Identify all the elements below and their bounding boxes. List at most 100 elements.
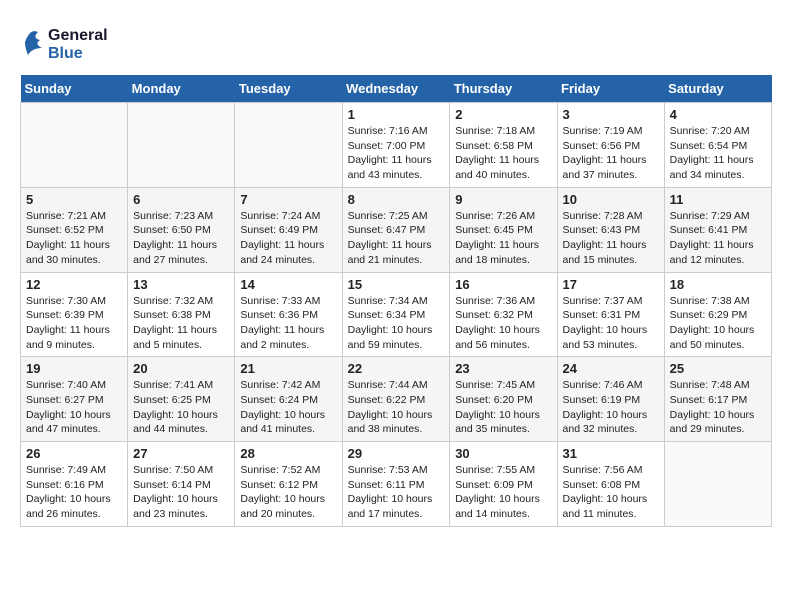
day-number: 25 xyxy=(670,361,766,376)
day-info: Sunrise: 7:20 AM Sunset: 6:54 PM Dayligh… xyxy=(670,124,766,183)
calendar-cell xyxy=(21,103,128,188)
day-info: Sunrise: 7:23 AM Sunset: 6:50 PM Dayligh… xyxy=(133,209,229,268)
week-row-5: 26 Sunrise: 7:49 AM Sunset: 6:16 PM Dayli… xyxy=(21,442,772,527)
day-number: 19 xyxy=(26,361,122,376)
header-sunday: Sunday xyxy=(21,75,128,103)
day-number: 13 xyxy=(133,277,229,292)
day-info: Sunrise: 7:25 AM Sunset: 6:47 PM Dayligh… xyxy=(348,209,445,268)
calendar-cell: 2Sunrise: 7:18 AM Sunset: 6:58 PM Daylig… xyxy=(450,103,557,188)
day-info: Sunrise: 7:50 AM Sunset: 6:14 PM Dayligh… xyxy=(133,463,229,522)
calendar-cell: 14 Sunrise: 7:33 AM Sunset: 6:36 PM Dayli… xyxy=(235,272,342,357)
day-info: Sunrise: 7:42 AM Sunset: 6:24 PM Dayligh… xyxy=(240,378,336,437)
day-info: Sunrise: 7:21 AM Sunset: 6:52 PM Dayligh… xyxy=(26,209,122,268)
day-number: 9 xyxy=(455,192,551,207)
calendar-table: SundayMondayTuesdayWednesdayThursdayFrid… xyxy=(20,75,772,527)
day-info: Sunrise: 7:33 AM Sunset: 6:36 PM Dayligh… xyxy=(240,294,336,353)
day-info: Sunrise: 7:56 AM Sunset: 6:08 PM Dayligh… xyxy=(563,463,659,522)
calendar-cell: 8 Sunrise: 7:25 AM Sunset: 6:47 PM Daylig… xyxy=(342,187,450,272)
day-number: 18 xyxy=(670,277,766,292)
day-number: 22 xyxy=(348,361,445,376)
calendar-cell: 30 Sunrise: 7:55 AM Sunset: 6:09 PM Dayli… xyxy=(450,442,557,527)
calendar-cell: 25 Sunrise: 7:48 AM Sunset: 6:17 PM Dayli… xyxy=(664,357,771,442)
day-info: Sunrise: 7:36 AM Sunset: 6:32 PM Dayligh… xyxy=(455,294,551,353)
day-number: 29 xyxy=(348,446,445,461)
calendar-cell: 20 Sunrise: 7:41 AM Sunset: 6:25 PM Dayli… xyxy=(128,357,235,442)
calendar-cell: 13 Sunrise: 7:32 AM Sunset: 6:38 PM Dayli… xyxy=(128,272,235,357)
week-row-2: 5 Sunrise: 7:21 AM Sunset: 6:52 PM Daylig… xyxy=(21,187,772,272)
day-number: 10 xyxy=(563,192,659,207)
day-info: Sunrise: 7:34 AM Sunset: 6:34 PM Dayligh… xyxy=(348,294,445,353)
calendar-cell: 26 Sunrise: 7:49 AM Sunset: 6:16 PM Dayli… xyxy=(21,442,128,527)
day-number: 26 xyxy=(26,446,122,461)
header-wednesday: Wednesday xyxy=(342,75,450,103)
calendar-cell: 7 Sunrise: 7:24 AM Sunset: 6:49 PM Daylig… xyxy=(235,187,342,272)
calendar-cell: 28Sunrise: 7:52 AM Sunset: 6:12 PM Dayli… xyxy=(235,442,342,527)
day-info: Sunrise: 7:30 AM Sunset: 6:39 PM Dayligh… xyxy=(26,294,122,353)
day-info: Sunrise: 7:18 AM Sunset: 6:58 PM Dayligh… xyxy=(455,124,551,183)
day-number: 23 xyxy=(455,361,551,376)
calendar-cell xyxy=(235,103,342,188)
calendar-cell: 4 Sunrise: 7:20 AM Sunset: 6:54 PM Daylig… xyxy=(664,103,771,188)
calendar-cell: 5 Sunrise: 7:21 AM Sunset: 6:52 PM Daylig… xyxy=(21,187,128,272)
calendar-cell: 27 Sunrise: 7:50 AM Sunset: 6:14 PM Dayli… xyxy=(128,442,235,527)
page-header: GeneralBlue xyxy=(20,20,772,65)
day-number: 1 xyxy=(348,107,445,122)
header-thursday: Thursday xyxy=(450,75,557,103)
day-number: 12 xyxy=(26,277,122,292)
day-number: 21 xyxy=(240,361,336,376)
day-number: 31 xyxy=(563,446,659,461)
calendar-cell: 31 Sunrise: 7:56 AM Sunset: 6:08 PM Dayli… xyxy=(557,442,664,527)
svg-text:Blue: Blue xyxy=(48,45,83,62)
day-info: Sunrise: 7:19 AM Sunset: 6:56 PM Dayligh… xyxy=(563,124,659,183)
calendar-cell: 21 Sunrise: 7:42 AM Sunset: 6:24 PM Dayli… xyxy=(235,357,342,442)
day-number: 3 xyxy=(563,107,659,122)
day-info: Sunrise: 7:40 AM Sunset: 6:27 PM Dayligh… xyxy=(26,378,122,437)
calendar-cell: 23 Sunrise: 7:45 AM Sunset: 6:20 PM Dayli… xyxy=(450,357,557,442)
day-info: Sunrise: 7:26 AM Sunset: 6:45 PM Dayligh… xyxy=(455,209,551,268)
day-info: Sunrise: 7:37 AM Sunset: 6:31 PM Dayligh… xyxy=(563,294,659,353)
calendar-cell: 15Sunrise: 7:34 AM Sunset: 6:34 PM Dayli… xyxy=(342,272,450,357)
calendar-cell: 17Sunrise: 7:37 AM Sunset: 6:31 PM Dayli… xyxy=(557,272,664,357)
logo: GeneralBlue xyxy=(20,20,110,65)
day-info: Sunrise: 7:49 AM Sunset: 6:16 PM Dayligh… xyxy=(26,463,122,522)
calendar-cell xyxy=(128,103,235,188)
day-info: Sunrise: 7:32 AM Sunset: 6:38 PM Dayligh… xyxy=(133,294,229,353)
day-info: Sunrise: 7:41 AM Sunset: 6:25 PM Dayligh… xyxy=(133,378,229,437)
day-info: Sunrise: 7:28 AM Sunset: 6:43 PM Dayligh… xyxy=(563,209,659,268)
calendar-cell: 19 Sunrise: 7:40 AM Sunset: 6:27 PM Dayli… xyxy=(21,357,128,442)
day-number: 27 xyxy=(133,446,229,461)
day-info: Sunrise: 7:55 AM Sunset: 6:09 PM Dayligh… xyxy=(455,463,551,522)
day-number: 4 xyxy=(670,107,766,122)
day-info: Sunrise: 7:46 AM Sunset: 6:19 PM Dayligh… xyxy=(563,378,659,437)
day-number: 14 xyxy=(240,277,336,292)
day-info: Sunrise: 7:24 AM Sunset: 6:49 PM Dayligh… xyxy=(240,209,336,268)
week-row-3: 12 Sunrise: 7:30 AM Sunset: 6:39 PM Dayli… xyxy=(21,272,772,357)
svg-text:General: General xyxy=(48,27,108,44)
day-info: Sunrise: 7:44 AM Sunset: 6:22 PM Dayligh… xyxy=(348,378,445,437)
calendar-cell: 9 Sunrise: 7:26 AM Sunset: 6:45 PM Daylig… xyxy=(450,187,557,272)
calendar-cell xyxy=(664,442,771,527)
day-info: Sunrise: 7:38 AM Sunset: 6:29 PM Dayligh… xyxy=(670,294,766,353)
day-number: 7 xyxy=(240,192,336,207)
day-number: 24 xyxy=(563,361,659,376)
calendar-cell: 18 Sunrise: 7:38 AM Sunset: 6:29 PM Dayli… xyxy=(664,272,771,357)
header-tuesday: Tuesday xyxy=(235,75,342,103)
day-number: 8 xyxy=(348,192,445,207)
header-friday: Friday xyxy=(557,75,664,103)
calendar-cell: 10 Sunrise: 7:28 AM Sunset: 6:43 PM Dayli… xyxy=(557,187,664,272)
header-saturday: Saturday xyxy=(664,75,771,103)
calendar-cell: 12 Sunrise: 7:30 AM Sunset: 6:39 PM Dayli… xyxy=(21,272,128,357)
day-number: 28 xyxy=(240,446,336,461)
day-number: 11 xyxy=(670,192,766,207)
calendar-cell: 11 Sunrise: 7:29 AM Sunset: 6:41 PM Dayli… xyxy=(664,187,771,272)
day-number: 30 xyxy=(455,446,551,461)
day-info: Sunrise: 7:48 AM Sunset: 6:17 PM Dayligh… xyxy=(670,378,766,437)
day-number: 20 xyxy=(133,361,229,376)
calendar-cell: 1 Sunrise: 7:16 AM Sunset: 7:00 PM Daylig… xyxy=(342,103,450,188)
day-info: Sunrise: 7:29 AM Sunset: 6:41 PM Dayligh… xyxy=(670,209,766,268)
day-number: 5 xyxy=(26,192,122,207)
calendar-cell: 22 Sunrise: 7:44 AM Sunset: 6:22 PM Dayli… xyxy=(342,357,450,442)
day-info: Sunrise: 7:16 AM Sunset: 7:00 PM Dayligh… xyxy=(348,124,445,183)
day-info: Sunrise: 7:45 AM Sunset: 6:20 PM Dayligh… xyxy=(455,378,551,437)
day-number: 16 xyxy=(455,277,551,292)
